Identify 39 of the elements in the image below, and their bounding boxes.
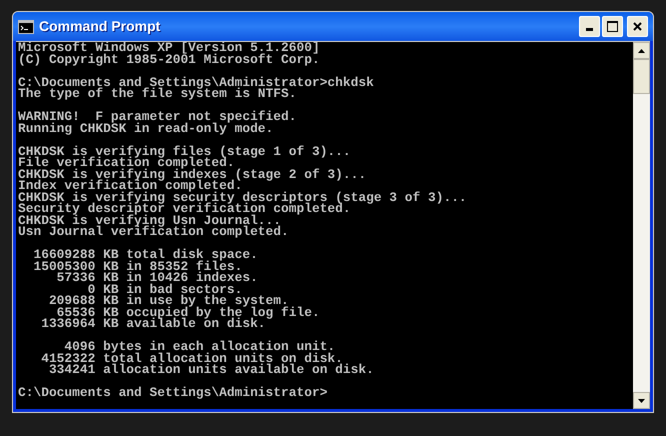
console-line: WARNING! F parameter not specified. — [18, 111, 296, 123]
console-line: 4152322 total allocation units on disk. — [40, 352, 343, 364]
down-arrow-icon — [638, 398, 645, 402]
console-line: C:\Documents and Settings\Administrator>chkdsk — [18, 76, 374, 88]
maximize-button[interactable] — [602, 16, 623, 37]
console-line: Security descriptor verification completed. — [18, 203, 351, 215]
console-line: 1336964 KB available on disk. — [40, 318, 266, 330]
scroll-thumb[interactable] — [633, 59, 650, 94]
console-line: CHKDSK is verifying indexes (stage 2 of 3)... — [18, 168, 366, 180]
console-line: Index verification completed. — [18, 180, 242, 192]
up-arrow-icon — [638, 48, 645, 52]
minimize-button[interactable] — [579, 16, 600, 37]
console-icon — [18, 20, 34, 34]
close-icon — [633, 22, 642, 31]
scrollbar[interactable] — [633, 42, 650, 409]
console-line: (C) Copyright 1985-2001 Microsoft Corp. — [18, 54, 320, 66]
console-line: 15005300 KB in 85352 files. — [32, 260, 242, 272]
window-title: Command Prompt — [39, 17, 160, 36]
maximize-icon — [607, 21, 618, 32]
console-line: CHKDSK is verifying files (stage 1 of 3)... — [18, 146, 351, 158]
console-line: 209688 KB in use by the system. — [48, 295, 289, 307]
minimize-icon — [586, 28, 593, 31]
close-button[interactable] — [627, 16, 648, 37]
console-line: 16609288 KB total disk space. — [32, 249, 258, 261]
console-line: File verification completed. — [18, 157, 235, 169]
console-line: 334241 allocation units available on disk. — [48, 364, 374, 376]
console-line: The type of the file system is NTFS. — [18, 88, 296, 100]
console-line: C:\Documents and Settings\Administrator> — [18, 387, 328, 399]
console-line: Usn Journal verification completed. — [18, 226, 289, 238]
console-line: 57336 KB in 10426 indexes. — [56, 272, 258, 284]
scroll-up-button[interactable] — [633, 42, 650, 59]
console-line: CHKDSK is verifying Usn Journal... — [18, 214, 282, 226]
console-line: 4096 bytes in each allocation unit. — [64, 341, 336, 353]
scroll-down-button[interactable] — [633, 392, 650, 409]
console-line: 65536 KB occupied by the log file. — [56, 306, 320, 318]
console-line: Running CHKDSK in read-only mode. — [18, 122, 274, 134]
console-line: Microsoft Windows XP [Version 5.1.2600] — [18, 42, 320, 54]
console-line: 0 KB in bad sectors. — [88, 284, 242, 296]
console-line: CHKDSK is verifying security descriptors (stage 3 of 3)... — [18, 192, 467, 204]
